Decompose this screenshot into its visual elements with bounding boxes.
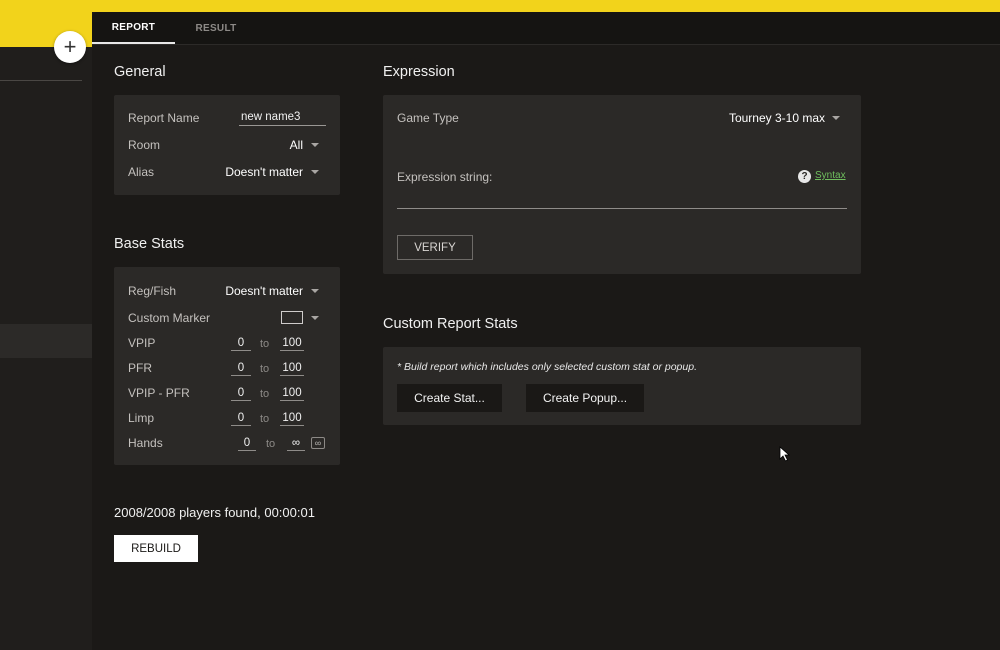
limp-to-text: to bbox=[260, 413, 270, 425]
custom-stats-note: * Build report which includes only selec… bbox=[397, 361, 697, 373]
expression-string-label: Expression string: bbox=[397, 170, 493, 184]
tab-result[interactable]: RESULT bbox=[175, 12, 257, 44]
report-name-input[interactable]: new name3 bbox=[239, 111, 326, 126]
custom-marker-chevron-down-icon[interactable] bbox=[311, 316, 319, 320]
vpip-label: VPIP bbox=[128, 336, 156, 350]
report-editor: REPORT RESULT General Report Name new na… bbox=[92, 12, 1000, 650]
general-title: General bbox=[114, 64, 166, 80]
mouse-cursor-icon bbox=[779, 446, 791, 462]
hands-label: Hands bbox=[128, 436, 163, 450]
add-report-button[interactable]: + bbox=[54, 31, 86, 63]
plus-icon: + bbox=[63, 34, 77, 59]
base-stats-title: Base Stats bbox=[114, 236, 185, 252]
create-stat-button[interactable]: Create Stat... bbox=[397, 384, 502, 412]
vpip-pfr-min-input[interactable]: 0 bbox=[231, 387, 251, 401]
expression-input[interactable] bbox=[397, 190, 847, 209]
regfish-label: Reg/Fish bbox=[128, 284, 177, 298]
create-popup-button[interactable]: Create Popup... bbox=[526, 384, 644, 412]
verify-button[interactable]: VERIFY bbox=[397, 235, 473, 260]
vpip-max-input[interactable]: 100 bbox=[280, 337, 304, 351]
sidebar-divider bbox=[0, 80, 82, 81]
expression-card: Game Type Tourney 3-10 max Expression st… bbox=[383, 95, 861, 274]
expression-title: Expression bbox=[383, 64, 455, 80]
pfr-to-text: to bbox=[260, 363, 270, 375]
top-accent-bar bbox=[0, 0, 1000, 12]
vpip-to-text: to bbox=[260, 338, 270, 350]
alias-select[interactable]: Doesn't matter bbox=[225, 165, 303, 179]
tab-bar: REPORT RESULT bbox=[92, 12, 1000, 45]
room-chevron-down-icon[interactable] bbox=[311, 143, 319, 147]
limp-min-input[interactable]: 0 bbox=[231, 412, 251, 426]
rebuild-button[interactable]: REBUILD bbox=[114, 535, 198, 562]
custom-stats-card: * Build report which includes only selec… bbox=[383, 347, 861, 425]
vpip-pfr-label: VPIP - PFR bbox=[128, 386, 190, 400]
vpip-min-input[interactable]: 0 bbox=[231, 337, 251, 351]
syntax-link[interactable]: Syntax bbox=[815, 170, 846, 181]
hands-to-text: to bbox=[266, 438, 276, 450]
pfr-max-input[interactable]: 100 bbox=[280, 362, 304, 376]
tab-report[interactable]: REPORT bbox=[92, 12, 175, 44]
players-found-status: 2008/2008 players found, 00:00:01 bbox=[114, 505, 315, 520]
alias-label: Alias bbox=[128, 165, 155, 179]
custom-marker-color-swatch[interactable] bbox=[281, 311, 303, 324]
hands-min-input[interactable]: 0 bbox=[238, 437, 256, 451]
general-card: Report Name new name3 Room All Alias Doe… bbox=[114, 95, 340, 195]
limp-max-input[interactable]: 100 bbox=[280, 412, 304, 426]
room-label: Room bbox=[128, 138, 161, 152]
regfish-chevron-down-icon[interactable] bbox=[311, 289, 319, 293]
left-sidebar bbox=[0, 12, 92, 650]
game-type-label: Game Type bbox=[397, 111, 459, 125]
vpip-pfr-to-text: to bbox=[260, 388, 270, 400]
help-icon[interactable]: ? bbox=[798, 170, 811, 183]
room-select[interactable]: All bbox=[290, 138, 303, 152]
regfish-select[interactable]: Doesn't matter bbox=[225, 284, 303, 298]
vpip-pfr-max-input[interactable]: 100 bbox=[280, 387, 304, 401]
sidebar-selected-item[interactable] bbox=[0, 324, 92, 358]
custom-report-stats-title: Custom Report Stats bbox=[383, 316, 518, 332]
infinity-toggle-icon[interactable]: ∞ bbox=[311, 437, 325, 449]
hands-max-input[interactable]: ∞ bbox=[287, 437, 305, 451]
base-stats-card: Reg/Fish Doesn't matter Custom Marker VP… bbox=[114, 267, 340, 465]
game-type-chevron-down-icon[interactable] bbox=[832, 116, 840, 120]
limp-label: Limp bbox=[128, 411, 155, 425]
pfr-min-input[interactable]: 0 bbox=[231, 362, 251, 376]
report-name-label: Report Name bbox=[128, 111, 200, 125]
game-type-select[interactable]: Tourney 3-10 max bbox=[729, 111, 825, 125]
pfr-label: PFR bbox=[128, 361, 152, 375]
custom-marker-label: Custom Marker bbox=[128, 311, 211, 325]
alias-chevron-down-icon[interactable] bbox=[311, 170, 319, 174]
